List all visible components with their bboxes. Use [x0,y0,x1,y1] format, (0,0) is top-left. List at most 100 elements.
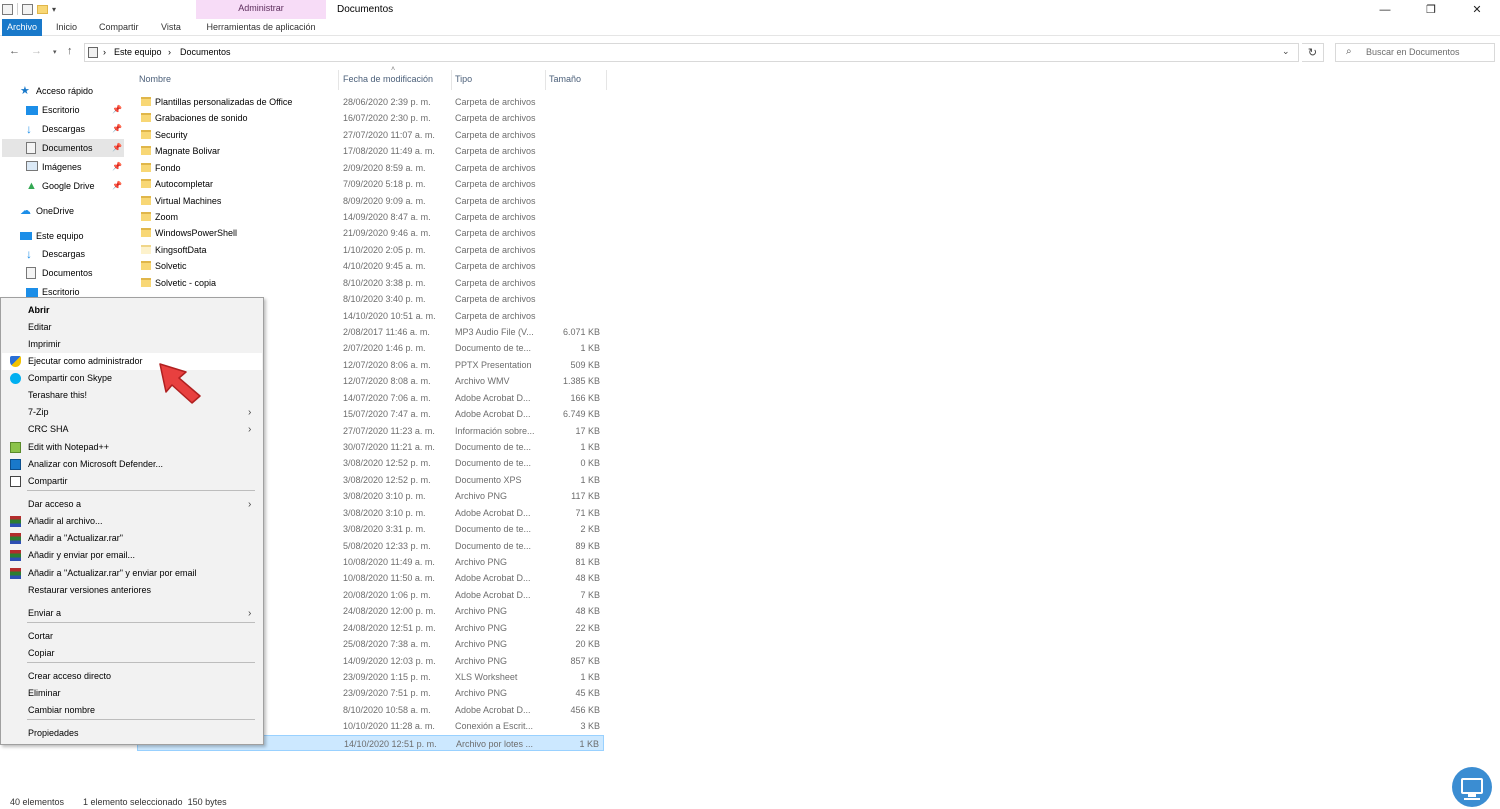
file-row[interactable]: Solvetic 4/10/2020 9:45 a. m. Carpeta de a… [137,258,604,274]
file-row[interactable]: Autocompletar 7/09/2020 5:18 p. m. Carpeta… [137,176,604,192]
restore-button[interactable]: ❐ [1408,0,1454,19]
file-type: Información sobre... [455,425,535,436]
file-row[interactable]: WindowsPowerShell 21/09/2020 9:46 a. m. Ca… [137,225,604,241]
tab-herramientas-aplicacion[interactable]: Herramientas de aplicación [196,19,326,36]
window-controls: — ❐ ✕ [1362,0,1500,19]
defender-icon [10,459,21,470]
column-tipo[interactable]: Tipo [455,74,472,88]
tab-compartir[interactable]: Compartir [91,19,147,36]
pin-icon[interactable]: 📌 [112,158,122,176]
menu-item[interactable]: Ejecutar como administrador [2,353,262,370]
pin-icon[interactable]: 📌 [112,177,122,195]
menu-item[interactable]: Cortar [2,628,262,645]
file-size: 20 KB [575,639,600,650]
file-row[interactable]: Plantillas personalizadas de Office 28/06… [137,94,604,110]
file-row[interactable]: Security 27/07/2020 11:07 a. m. Carpeta de… [137,127,604,143]
column-tamano[interactable]: Tamaño [549,74,581,88]
breadcrumb-este-equipo[interactable]: Este equipo [114,47,162,57]
menu-item[interactable]: Crear acceso directo [2,668,262,685]
recent-locations-icon[interactable]: ▾ [53,48,57,56]
menu-separator [27,719,255,720]
folder-icon [141,277,151,287]
file-row[interactable]: Zoom 14/09/2020 8:47 a. m. Carpeta de arch… [137,209,604,225]
file-row[interactable]: Fondo 2/09/2020 8:59 a. m. Carpeta de arch… [137,160,604,176]
quick-access-toolbar: ▾ [2,2,56,16]
pin-icon[interactable]: 📌 [112,101,122,119]
file-row[interactable]: Magnate Bolivar 17/08/2020 11:49 a. m. Car… [137,143,604,159]
minimize-button[interactable]: — [1362,0,1408,19]
status-bar: 40 elementos 1 elemento seleccionado 150… [0,796,1500,809]
column-divider[interactable] [338,70,339,90]
column-divider[interactable] [606,70,607,90]
menu-item[interactable]: Edit with Notepad++ [2,439,262,456]
file-date: 4/10/2020 9:45 a. m. [343,261,426,272]
properties-icon[interactable] [22,3,33,15]
menu-item[interactable]: Propiedades [2,725,262,742]
menu-item[interactable]: Imprimir [2,336,262,353]
tab-vista[interactable]: Vista [153,19,189,36]
file-size: 17 KB [575,425,600,436]
breadcrumb-chevron-icon[interactable]: › [168,47,171,57]
file-row[interactable]: Grabaciones de sonido 16/07/2020 2:30 p. … [137,110,604,126]
folder-icon [141,179,151,189]
file-size: 1 KB [580,474,600,485]
pin-icon[interactable]: 📌 [112,120,122,138]
shield-icon [10,356,21,367]
address-bar[interactable] [84,43,1299,62]
column-divider[interactable] [451,70,452,90]
menu-item[interactable]: Añadir a "Actualizar.rar" [2,530,262,547]
menu-item[interactable]: Eliminar [2,685,262,702]
refresh-icon[interactable]: ↻ [1302,43,1324,62]
menu-item-label: Dar acceso a [28,499,82,509]
file-date: 10/08/2020 11:50 a. m. [343,573,435,584]
new-folder-icon[interactable] [37,4,48,14]
menu-item[interactable]: Restaurar versiones anteriores [2,582,262,599]
menu-item[interactable]: Abrir [2,302,262,319]
sort-up-icon: ˄ [391,66,396,73]
column-fecha[interactable]: Fecha de modificación [343,74,433,88]
file-row[interactable]: Solvetic - copia 8/10/2020 3:38 p. m. Carp… [137,275,604,291]
menu-item[interactable]: Analizar con Microsoft Defender... [2,456,262,473]
file-row[interactable]: Virtual Machines 8/09/2020 9:09 a. m. Carp… [137,193,604,209]
menu-item-label: Cortar [28,631,54,641]
address-dropdown-icon[interactable]: ⌄ [1282,46,1290,57]
menu-item[interactable]: Compartir con Skype [2,370,262,387]
breadcrumb-chevron-icon[interactable]: › [103,47,106,57]
column-nombre[interactable]: Nombre [139,74,171,88]
folder-icon [141,195,151,205]
close-button[interactable]: ✕ [1454,0,1500,19]
breadcrumb-documentos[interactable]: Documentos [180,47,231,57]
menu-item[interactable]: 7-Zip › [2,404,262,421]
tab-inicio[interactable]: Inicio [48,19,85,36]
menu-item[interactable]: Dar acceso a › [2,496,262,513]
file-size: 509 KB [570,359,600,370]
up-arrow-icon[interactable]: ↑ [67,45,73,57]
file-type: Adobe Acrobat D... [455,507,531,518]
tab-archivo[interactable]: Archivo [2,19,43,36]
menu-item[interactable]: Cambiar nombre [2,702,262,719]
pin-icon[interactable]: 📌 [112,139,122,157]
menu-item[interactable]: Enviar a › [2,605,262,622]
file-date: 24/08/2020 12:51 p. m. [343,622,436,633]
submenu-arrow-icon: › [248,608,252,619]
menu-item[interactable]: Añadir al archivo... [2,513,262,530]
menu-item[interactable]: Copiar [2,645,262,662]
menu-item[interactable]: Añadir a "Actualizar.rar" y enviar por e… [2,565,262,582]
submenu-arrow-icon: › [248,407,252,418]
forward-arrow-icon[interactable]: → [31,45,42,57]
menu-item[interactable]: CRC SHA › [2,421,262,438]
file-row[interactable]: KingsoftData 1/10/2020 2:05 p. m. Carpeta … [137,242,604,258]
file-size: 117 KB [571,491,600,502]
menu-item[interactable]: Compartir [2,473,262,490]
file-type: Carpeta de archivos [455,294,536,305]
file-size: 6.071 KB [562,327,600,338]
menu-item[interactable]: Editar [2,319,262,336]
menu-item-label: Ejecutar como administrador [28,356,143,366]
column-divider[interactable] [545,70,546,90]
menu-item[interactable]: Añadir y enviar por email... [2,547,262,564]
back-arrow-icon[interactable]: ← [9,45,20,57]
cloud-icon: ☁ [20,205,31,217]
menu-item[interactable]: Terashare this! [2,387,262,404]
file-size: 6.749 KB [562,409,600,420]
customize-qat-icon[interactable]: ▾ [52,5,56,14]
